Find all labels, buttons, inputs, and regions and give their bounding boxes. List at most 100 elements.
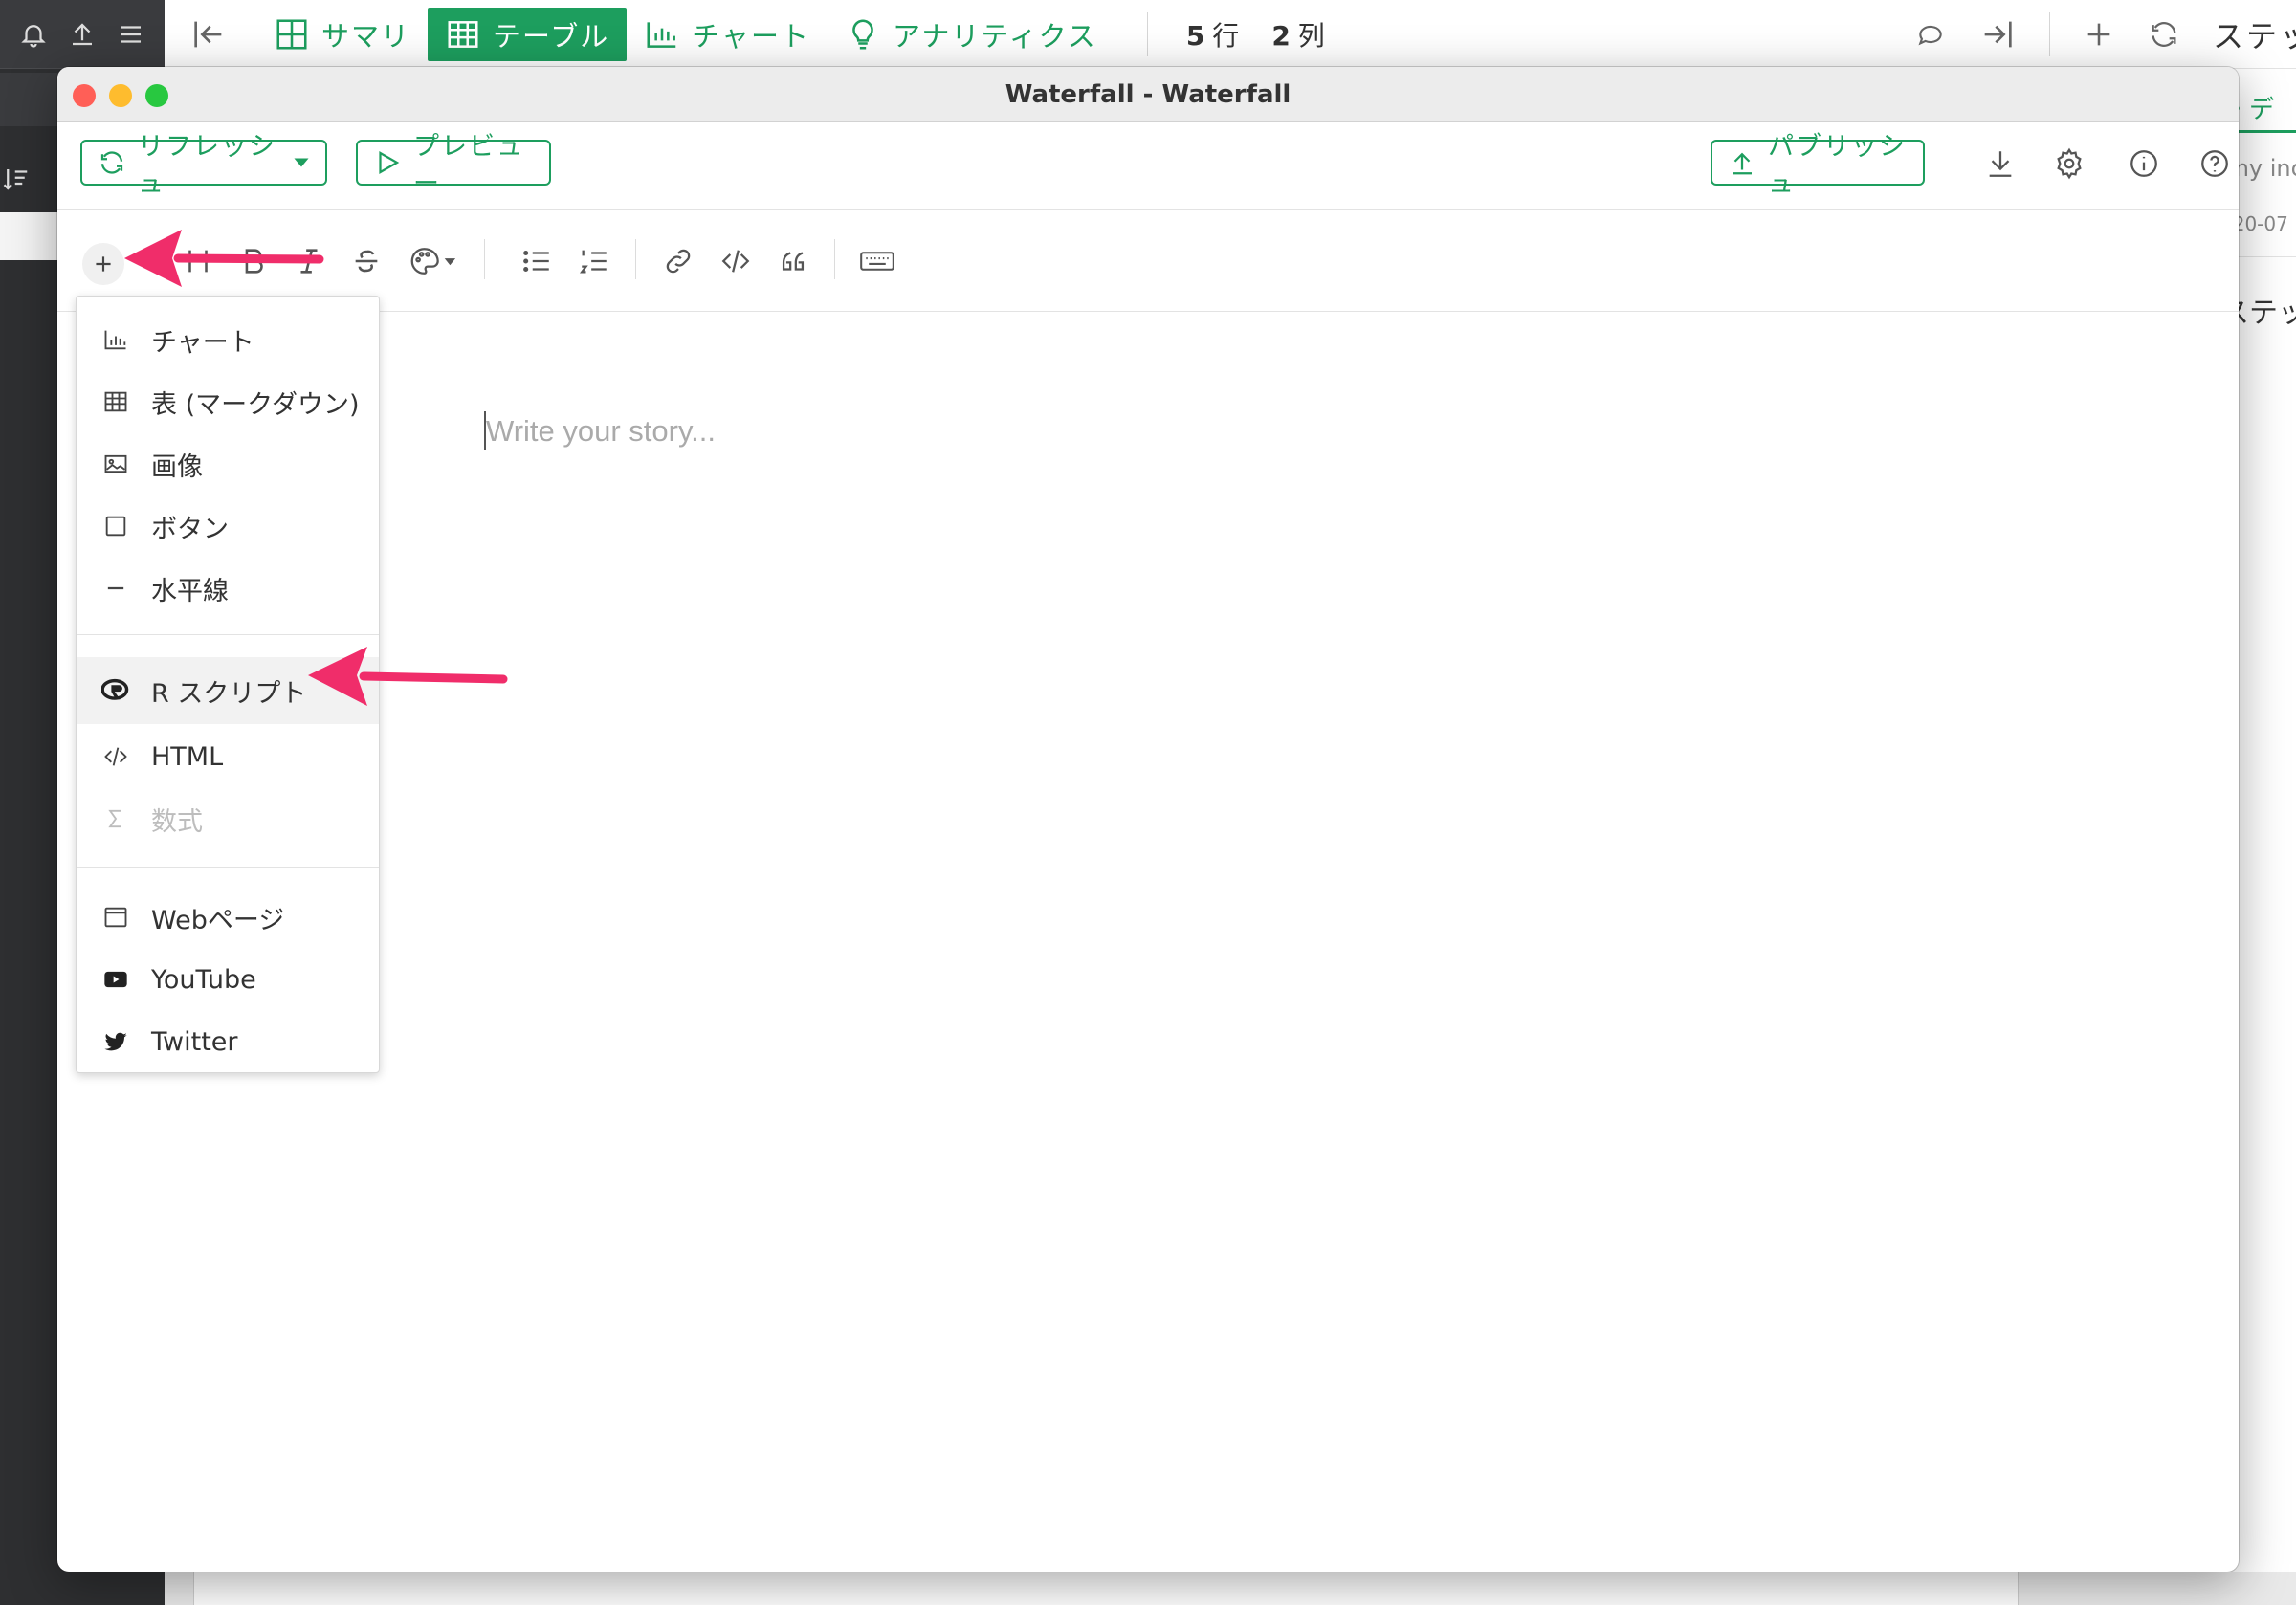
menu-item-twitter[interactable]: Twitter: [77, 1012, 379, 1071]
tab-label: チャート: [692, 19, 810, 53]
tab-label: テーブル: [493, 19, 610, 53]
upload-icon[interactable]: [68, 20, 97, 49]
twitter-icon: [101, 1027, 130, 1056]
menu-item-markdown-table[interactable]: 表 (マークダウン): [77, 372, 379, 431]
plus-icon: [96, 256, 111, 272]
insert-plus-button[interactable]: [82, 243, 124, 285]
row-count-unit: 行: [1212, 19, 1240, 52]
settings-gear-icon[interactable]: [2053, 147, 2086, 180]
numbered-list-icon[interactable]: [578, 245, 610, 277]
menu-item-html[interactable]: HTML: [77, 727, 379, 786]
tab-table[interactable]: テーブル: [428, 7, 628, 61]
refresh-label: リフレッシュ: [138, 132, 276, 199]
menu-item-chart[interactable]: チャート: [77, 310, 379, 369]
menu-item-label: 数式: [151, 806, 203, 837]
menu-item-label: 画像: [151, 451, 203, 482]
menu-item-label: R スクリプト: [151, 678, 307, 709]
preview-label: プレビュー: [413, 132, 524, 199]
menu-divider: [77, 867, 379, 868]
background-panel: [193, 1572, 2019, 1605]
text-color-palette-icon[interactable]: [408, 245, 457, 277]
window-title: Waterfall - Waterfall: [1004, 80, 1292, 109]
top-right-toolbar: ステッ: [1915, 0, 2296, 69]
tab-label: アナリティクス: [893, 19, 1097, 53]
tab-summary[interactable]: サマリ: [256, 8, 428, 61]
background-content: [165, 1572, 2296, 1605]
menu-item-webpage[interactable]: Webページ: [77, 888, 379, 947]
toolbar-divider: [635, 239, 636, 279]
heading-icon[interactable]: [182, 245, 214, 277]
menu-item-label: Webページ: [151, 905, 285, 935]
insert-menu: チャート 表 (マークダウン) 画像 ボタン 水平線 R スクリプト HTML …: [76, 296, 380, 1073]
sidebar-top-icons: [0, 0, 165, 69]
menu-item-button[interactable]: ボタン: [77, 496, 379, 556]
format-toolbar: [57, 210, 2239, 312]
menu-item-label: HTML: [151, 741, 224, 772]
sync-icon[interactable]: [2148, 18, 2180, 51]
caret-down-icon: [293, 154, 310, 171]
menu-item-label: 表 (マークダウン): [151, 389, 360, 420]
download-icon[interactable]: [1984, 147, 2017, 180]
tab-analytics[interactable]: アナリティクス: [828, 8, 1115, 61]
preview-button[interactable]: プレビュー: [356, 132, 551, 199]
toolbar-divider: [2048, 12, 2050, 56]
add-icon[interactable]: [2083, 18, 2115, 51]
publish-button[interactable]: パブリッシュ: [1711, 132, 1925, 199]
sort-icon[interactable]: [2, 165, 31, 193]
bell-icon[interactable]: [19, 20, 48, 49]
link-icon[interactable]: [662, 245, 695, 277]
blockquote-icon[interactable]: [777, 245, 809, 277]
bullet-list-icon[interactable]: [520, 245, 553, 277]
menu-item-youtube[interactable]: YouTube: [77, 950, 379, 1009]
refresh-button[interactable]: リフレッシュ: [80, 132, 327, 199]
window-title-bar[interactable]: Waterfall - Waterfall: [57, 67, 2239, 122]
square-icon: [101, 512, 130, 540]
keyboard-icon[interactable]: [859, 245, 895, 277]
youtube-icon: [101, 965, 130, 994]
play-icon: [373, 148, 402, 177]
toolbar-divider: [1146, 11, 1148, 56]
refresh-icon: [98, 148, 126, 177]
menu-item-label: YouTube: [151, 964, 256, 995]
menu-item-label: Twitter: [151, 1026, 238, 1057]
menu-item-label: チャート: [151, 327, 254, 358]
lightbulb-icon: [845, 16, 881, 53]
table-icon: [445, 16, 481, 53]
bold-icon[interactable]: [237, 245, 270, 277]
italic-icon[interactable]: [293, 245, 325, 277]
tab-label: サマリ: [321, 19, 411, 53]
r-logo-icon: [101, 676, 130, 705]
info-icon[interactable]: [2128, 147, 2160, 180]
bar-chart-icon: [101, 325, 130, 354]
table-icon: [101, 387, 130, 416]
horizontal-line-icon: [101, 574, 130, 603]
column-count: 2列: [1271, 15, 1325, 54]
story-editor[interactable]: Write your story...: [486, 414, 716, 449]
code-icon: [101, 742, 130, 771]
hamburger-menu-icon[interactable]: [117, 20, 145, 49]
code-icon[interactable]: [719, 245, 752, 277]
image-icon: [101, 450, 130, 478]
collapse-right-icon[interactable]: [1978, 15, 2017, 54]
help-icon[interactable]: [2198, 147, 2231, 180]
story-editor-window: Waterfall - Waterfall リフレッシュ プレビュー パブリッシ…: [57, 67, 2239, 1572]
bar-chart-icon: [644, 16, 680, 53]
collapse-left-icon[interactable]: [189, 15, 228, 54]
toolbar-divider: [834, 239, 835, 279]
column-count-unit: 列: [1297, 19, 1325, 52]
menu-item-formula: 数式: [77, 789, 379, 848]
grid-icon: [274, 16, 310, 53]
tab-chart[interactable]: チャート: [627, 8, 828, 61]
comment-icon[interactable]: [1915, 19, 1946, 50]
row-count-value: 5: [1185, 19, 1205, 52]
upload-icon: [1728, 148, 1756, 177]
menu-item-horizontal-rule[interactable]: 水平線: [77, 559, 379, 618]
sigma-icon: [101, 804, 130, 833]
menu-item-r-script[interactable]: R スクリプト: [77, 657, 379, 724]
menu-item-label: ボタン: [151, 514, 229, 544]
menu-item-image[interactable]: 画像: [77, 434, 379, 494]
toolbar-divider: [484, 239, 485, 279]
menu-divider: [77, 634, 379, 635]
steps-label: ステッ: [2212, 18, 2296, 55]
strikethrough-icon[interactable]: [350, 245, 383, 277]
